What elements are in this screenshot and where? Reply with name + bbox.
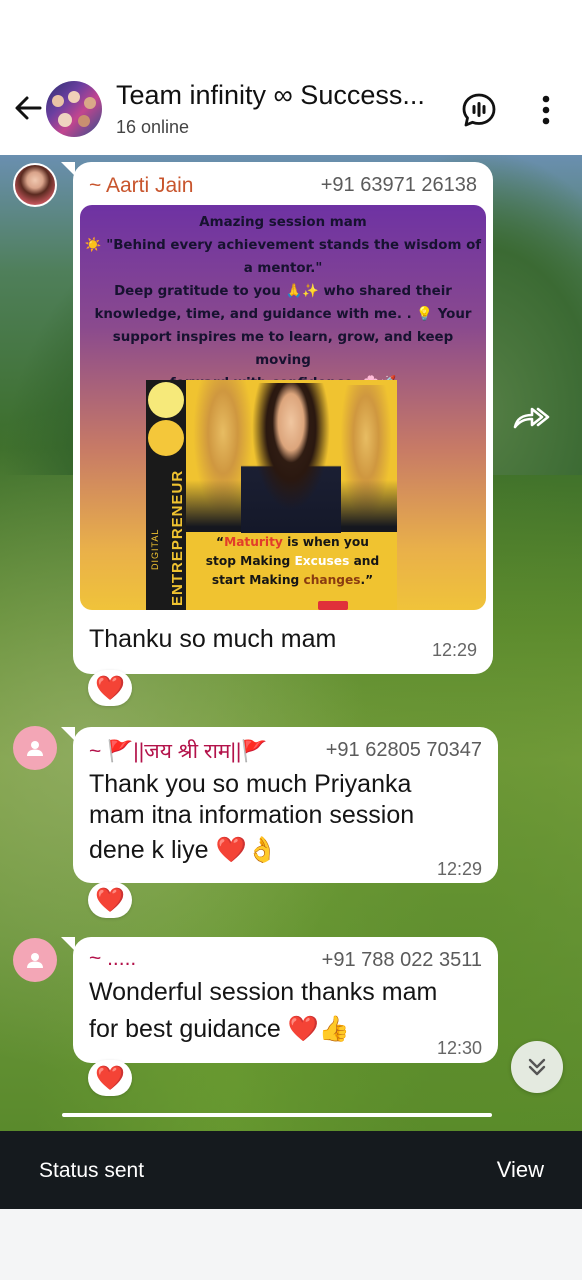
sender-name[interactable]: ~ .....	[89, 947, 136, 971]
message-bubble[interactable]: ~ 🚩||जय श्री राम||🚩 +91 62805 70347 Than…	[61, 727, 498, 883]
double-chevron-down-icon	[528, 1058, 546, 1076]
image-text-line: a mentor."	[243, 261, 323, 276]
person-icon	[27, 953, 43, 968]
forward-icon	[513, 407, 550, 429]
quote-text: .”	[360, 573, 374, 587]
message-text: dene k liye ❤️👌	[89, 836, 278, 864]
snackbar-view-button[interactable]: View	[497, 1157, 544, 1183]
quote-text: stop Making	[205, 554, 295, 568]
sender-phone[interactable]: +91 62805 70347	[326, 739, 482, 762]
voice-chat-button[interactable]	[459, 90, 499, 130]
image-text-line: Deep gratitude to you 🙏✨ who shared thei…	[114, 284, 452, 299]
sender-name[interactable]: ~ Aarti Jain	[89, 174, 193, 198]
poster-vertical-small: DIGITAL	[150, 528, 160, 570]
image-caption-text: Amazing session mam ☀️ "Behind every ach…	[84, 211, 482, 395]
message-text: Wonderful session thanks mam	[89, 978, 438, 1006]
reaction-badge[interactable]: ❤️	[88, 1060, 132, 1096]
quote-highlight: changes	[303, 573, 361, 587]
bubble-tail	[61, 162, 75, 176]
chat-area[interactable]: ~ Aarti Jain +91 63971 26138 Amazing ses…	[0, 155, 582, 1131]
sender-avatar[interactable]	[13, 938, 57, 982]
image-text-line: support inspires me to learn, grow, and …	[112, 330, 454, 368]
message-bubble[interactable]: ~ ..... +91 788 022 3511 Wonderful sessi…	[61, 937, 498, 1063]
image-text-line: ☀️ "Behind every achievement stands the …	[84, 238, 482, 253]
voice-chat-icon	[462, 93, 496, 127]
heart-icon: ❤️	[95, 886, 125, 914]
back-button[interactable]	[8, 88, 48, 128]
attached-image[interactable]: Amazing session mam ☀️ "Behind every ach…	[80, 205, 486, 610]
message-time: 12:29	[436, 859, 482, 879]
bottom-area	[0, 1209, 582, 1280]
quote-text: is when you	[282, 535, 369, 549]
quote-text: start Making	[211, 573, 304, 587]
person-icon	[27, 741, 43, 756]
sender-name[interactable]: ~ 🚩||जय श्री राम||🚩	[89, 737, 268, 765]
group-avatar[interactable]	[46, 81, 102, 137]
message-bubble[interactable]: ~ Aarti Jain +91 63971 26138 Amazing ses…	[61, 162, 493, 674]
message-time: 12:30	[436, 1038, 482, 1058]
chat-header: Team infinity ∞ Success... 16 online	[0, 0, 582, 155]
heart-icon: ❤️	[95, 674, 125, 702]
heart-icon: ❤️	[95, 1064, 125, 1092]
quote-highlight: Excuses	[294, 554, 350, 568]
more-options-button[interactable]	[530, 90, 562, 130]
bubble-tail	[61, 727, 75, 741]
sender-phone[interactable]: +91 788 022 3511	[322, 949, 482, 972]
message-text: Thank you so much Priyanka	[89, 770, 412, 798]
message-text: Thanku so much mam	[89, 625, 337, 653]
poster-circle	[148, 420, 184, 456]
app-root: Team infinity ∞ Success... 16 online ~ A…	[0, 0, 582, 1280]
sender-phone[interactable]: +91 63971 26138	[321, 174, 477, 197]
poster-quote: “Maturity is when you stop Making Excuse…	[190, 533, 395, 590]
more-vert-icon	[542, 95, 550, 125]
reaction-badge[interactable]: ❤️	[88, 670, 132, 706]
group-title[interactable]: Team infinity ∞ Success...	[116, 80, 446, 111]
bubble-tail	[61, 937, 75, 951]
entrepreneur-poster: DIGITAL ENTREPRENEUR “Maturity is when y…	[146, 380, 397, 610]
status-snackbar: Status sent View	[0, 1131, 582, 1209]
snackbar-message: Status sent	[39, 1159, 145, 1182]
poster-portrait	[241, 383, 341, 533]
message-text: for best guidance ❤️👍	[89, 1015, 350, 1043]
reaction-badge[interactable]: ❤️	[88, 882, 132, 918]
poster-circle	[148, 382, 184, 418]
next-message-edge	[62, 1113, 492, 1117]
quote-text: and	[349, 554, 380, 568]
online-count: 16 online	[116, 117, 190, 137]
image-text-line: knowledge, time, and guidance with me. .…	[94, 307, 472, 322]
image-heading: Amazing session mam	[199, 215, 367, 230]
back-arrow-icon	[15, 96, 42, 120]
quote-mark: “	[216, 535, 225, 549]
forward-button[interactable]	[508, 398, 554, 438]
sender-avatar[interactable]	[13, 163, 57, 207]
poster-brand-logo	[318, 601, 348, 610]
scroll-to-bottom-button[interactable]	[511, 1041, 563, 1093]
sender-avatar[interactable]	[13, 726, 57, 770]
quote-highlight: Maturity	[224, 535, 283, 549]
message-time: 12:29	[431, 640, 477, 660]
message-text: mam itna information session	[89, 801, 415, 829]
